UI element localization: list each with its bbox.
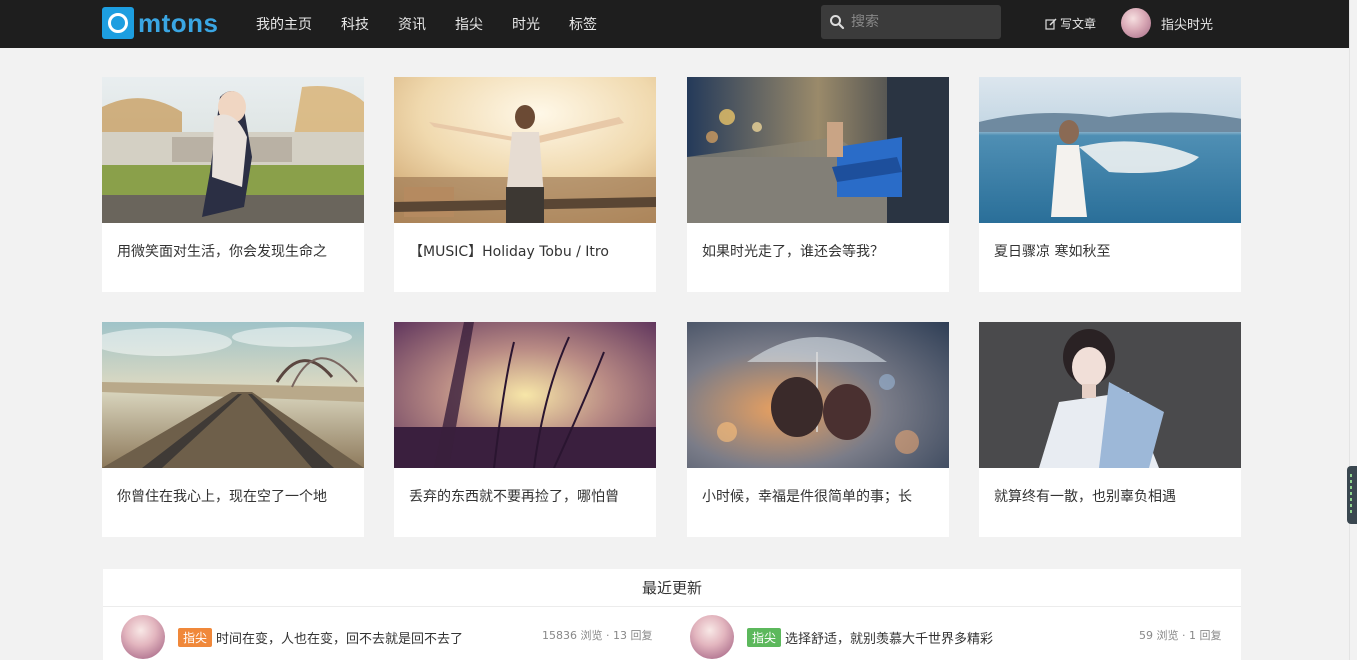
post-thumbnail[interactable] [102, 77, 364, 223]
recent-updates-title: 最近更新 [103, 569, 1241, 607]
search-icon[interactable] [829, 14, 845, 30]
edit-icon [1045, 18, 1057, 30]
page-scrollbar[interactable] [1349, 0, 1357, 660]
top-navbar: mtons 我的主页 科技 资讯 指尖 时光 标签 写文章 指尖时光 [0, 0, 1357, 48]
nav-item-home[interactable]: 我的主页 [256, 14, 312, 34]
search-input[interactable] [851, 14, 991, 30]
username: 指尖时光 [1161, 17, 1214, 33]
post-thumbnail[interactable] [687, 77, 949, 223]
list-item-meta: 59 浏览 · 1 回复 [1139, 629, 1222, 642]
avatar[interactable] [121, 615, 165, 659]
post-title[interactable]: 小时候，幸福是件很简单的事；长 [702, 486, 937, 506]
post-card[interactable]: 【MUSIC】Holiday Tobu / Itro [394, 77, 656, 292]
recent-updates-panel: 最近更新 指尖 时间在变，人也在变，回不去就是回不去了 15836 浏览 · 1… [103, 569, 1241, 660]
list-item[interactable]: 指尖 时间在变，人也在变，回不去就是回不去了 [121, 615, 463, 659]
nav-item-tech[interactable]: 科技 [341, 14, 369, 34]
logo-mark-icon [102, 7, 134, 39]
post-title[interactable]: 用微笑面对生活，你会发现生命之 [117, 241, 352, 261]
category-tag[interactable]: 指尖 [178, 627, 213, 647]
user-menu[interactable]: 指尖时光 [1121, 8, 1213, 38]
post-card[interactable]: 就算终有一散，也别辜负相遇 [979, 322, 1241, 537]
post-thumbnail[interactable] [394, 322, 656, 468]
side-float-widget[interactable] [1347, 466, 1357, 524]
avatar[interactable] [690, 615, 734, 659]
post-card[interactable]: 用微笑面对生活，你会发现生命之 [102, 77, 364, 292]
post-card[interactable]: 小时候，幸福是件很简单的事；长 [687, 322, 949, 537]
logo-text: mtons [138, 7, 219, 38]
nav-item-fingertip[interactable]: 指尖 [455, 14, 483, 34]
post-title[interactable]: 如果时光走了，谁还会等我？ [702, 241, 937, 261]
post-thumbnail[interactable] [979, 322, 1241, 468]
category-tag[interactable]: 指尖 [747, 627, 782, 647]
list-item[interactable]: 指尖 选择舒适，就别羡慕大千世界多精彩 [690, 615, 993, 659]
write-article-label: 写文章 [1060, 17, 1097, 31]
list-item-meta: 15836 浏览 · 13 回复 [542, 629, 653, 642]
post-card[interactable]: 丢弃的东西就不要再捡了，哪怕曾 [394, 322, 656, 537]
post-title[interactable]: 【MUSIC】Holiday Tobu / Itro [409, 241, 644, 261]
post-thumbnail[interactable] [394, 77, 656, 223]
nav-item-news[interactable]: 资讯 [398, 14, 426, 34]
post-thumbnail[interactable] [687, 322, 949, 468]
post-thumbnail[interactable] [102, 322, 364, 468]
list-item-title[interactable]: 选择舒适，就别羡慕大千世界多精彩 [785, 628, 993, 647]
post-title[interactable]: 就算终有一散，也别辜负相遇 [994, 486, 1229, 506]
post-card[interactable]: 如果时光走了，谁还会等我？ [687, 77, 949, 292]
search-box [821, 5, 1001, 39]
post-title[interactable]: 你曾住在我心上，现在空了一个地 [117, 486, 352, 506]
site-logo[interactable]: mtons [102, 7, 219, 39]
post-card[interactable]: 夏日骤凉 寒如秋至 [979, 77, 1241, 292]
post-card[interactable]: 你曾住在我心上，现在空了一个地 [102, 322, 364, 537]
nav-item-tags[interactable]: 标签 [569, 14, 597, 34]
user-avatar [1121, 8, 1151, 38]
post-title[interactable]: 丢弃的东西就不要再捡了，哪怕曾 [409, 486, 644, 506]
write-article-link[interactable]: 写文章 [1045, 15, 1096, 32]
main-nav: 我的主页 科技 资讯 指尖 时光 标签 [256, 0, 626, 48]
post-thumbnail[interactable] [979, 77, 1241, 223]
nav-item-time[interactable]: 时光 [512, 14, 540, 34]
post-title[interactable]: 夏日骤凉 寒如秋至 [994, 241, 1229, 261]
list-item-title[interactable]: 时间在变，人也在变，回不去就是回不去了 [216, 628, 463, 647]
